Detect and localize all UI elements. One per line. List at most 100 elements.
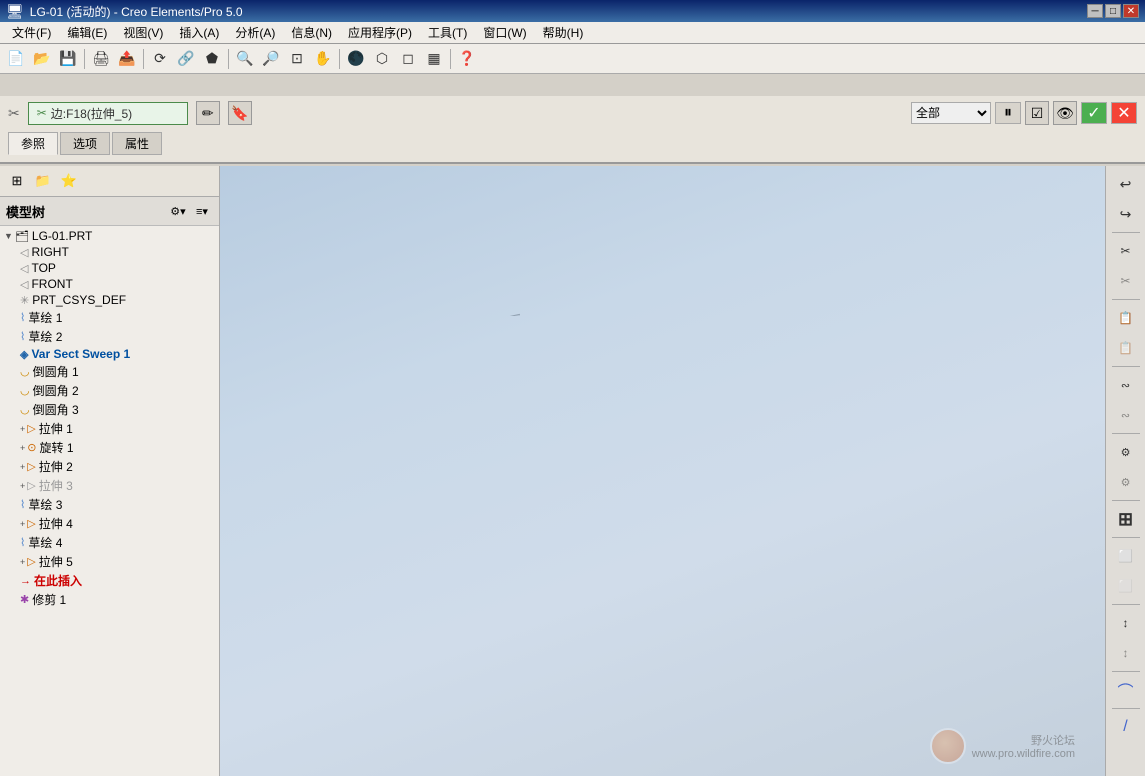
menu-window[interactable]: 窗口(W) (475, 22, 534, 43)
paste2-button[interactable]: 📋 (1110, 334, 1142, 362)
sidebar-icon3[interactable]: ⭐ (58, 170, 80, 192)
field-pencil-button[interactable]: ✏ (196, 101, 220, 125)
redo-button[interactable]: ↪ (1110, 200, 1142, 228)
expand-icon[interactable]: + (20, 462, 25, 472)
feature-ops2-btn[interactable]: ⚙ (1110, 468, 1142, 496)
layers-button[interactable]: ▦ (422, 47, 446, 71)
tree-item-right[interactable]: ◁ RIGHT (0, 244, 219, 260)
tree-item-insert-here[interactable]: → 在此插入 (0, 571, 219, 590)
ok-button[interactable]: ✓ (1081, 102, 1107, 124)
zoom-in-button[interactable]: 🔍 (233, 47, 257, 71)
menu-info[interactable]: 信息(N) (283, 22, 340, 43)
regenerate-button[interactable]: ⟳ (148, 47, 172, 71)
menu-edit[interactable]: 编辑(E) (59, 22, 115, 43)
copy-button[interactable]: ✂ (1110, 267, 1142, 295)
shading-button[interactable]: 🌑 (344, 47, 368, 71)
field-bookmark-button[interactable]: 🔖 (228, 101, 252, 125)
open-button[interactable]: 📂 (30, 47, 54, 71)
tree-item-fillet1[interactable]: ◡ 倒圆角 1 (0, 362, 219, 381)
feature-field[interactable]: ✂ 边:F18(拉伸_5) (28, 102, 188, 125)
save-button[interactable]: 💾 (56, 47, 80, 71)
expand-icon[interactable]: + (20, 481, 25, 491)
expand-icon[interactable]: + (20, 443, 25, 453)
menu-app[interactable]: 应用程序(P) (340, 22, 420, 43)
zoom-fit-button[interactable]: ⊡ (285, 47, 309, 71)
deselect-btn[interactable]: ⬜ (1110, 572, 1142, 600)
sidebar-icon2[interactable]: 📁 (32, 170, 54, 192)
line-btn[interactable]: / (1110, 713, 1142, 741)
paste-button[interactable]: 📋 (1110, 304, 1142, 332)
relations-button[interactable]: 🔗 (174, 47, 198, 71)
tree-item-sketch2[interactable]: ⌇ 草绘 2 (0, 327, 219, 346)
tree-item-revolve1[interactable]: + ⊙ 旋转 1 (0, 438, 219, 457)
tree-item-csys[interactable]: ✳ PRT_CSYS_DEF (0, 292, 219, 308)
tree-item-extrude1[interactable]: + ▷ 拉伸 1 (0, 419, 219, 438)
tree-item-extrude5[interactable]: + ▷ 拉伸 5 (0, 552, 219, 571)
tree-item-sketch3[interactable]: ⌇ 草绘 3 (0, 495, 219, 514)
menu-help[interactable]: 帮助(H) (535, 22, 592, 43)
cancel-button[interactable]: ✕ (1111, 102, 1137, 124)
tree-item-front[interactable]: ◁ FRONT (0, 276, 219, 292)
expand-icon[interactable]: + (20, 519, 25, 529)
select-all-btn[interactable]: ⬜ (1110, 542, 1142, 570)
restore-button[interactable]: □ (1105, 4, 1121, 18)
tree-item-sketch1[interactable]: ⌇ 草绘 1 (0, 308, 219, 327)
pan-button[interactable]: ✋ (311, 47, 335, 71)
tree-columns-button[interactable]: ≡▾ (191, 200, 213, 222)
pause-button[interactable]: ⏸ (995, 102, 1021, 124)
feature-ops-btn[interactable]: ⚙ (1110, 438, 1142, 466)
tab-options[interactable]: 选项 (60, 132, 110, 155)
expand-icon[interactable]: ▼ (4, 231, 13, 241)
mirror-btn[interactable]: ⊞ (1110, 505, 1142, 533)
tree-item-sketch4[interactable]: ⌇ 草绘 4 (0, 533, 219, 552)
export-button[interactable]: 📤 (115, 47, 139, 71)
move-btn[interactable]: ↕ (1110, 609, 1142, 637)
zoom-out-button[interactable]: 🔎 (259, 47, 283, 71)
print-button[interactable]: 🖨 (89, 47, 113, 71)
expand-icon[interactable]: + (20, 557, 25, 567)
new-button[interactable]: 📄 (4, 47, 28, 71)
minimize-button[interactable]: ─ (1087, 4, 1103, 18)
tree-settings-button[interactable]: ⚙▾ (167, 200, 189, 222)
model-tree: ▼ 🗂 LG-01.PRT ◁ RIGHT ◁ TOP ◁ FRONT ✳ PR… (0, 226, 219, 776)
relations-btn[interactable]: ∾ (1110, 371, 1142, 399)
help-button[interactable]: ❓ (455, 47, 479, 71)
display3d-button[interactable]: ⬟ (200, 47, 224, 71)
tree-item-repair1[interactable]: ✱ 修剪 1 (0, 590, 219, 609)
tree-item-extrude3[interactable]: + ▷ 拉伸 3 (0, 476, 219, 495)
viewport[interactable]: 0.00 0.00₊ (220, 166, 1105, 776)
params-btn[interactable]: ∾ (1110, 401, 1142, 429)
separator (1112, 433, 1140, 434)
expand-icon[interactable]: + (20, 424, 25, 434)
menu-insert[interactable]: 插入(A) (171, 22, 227, 43)
watermark-line2: www.pro.wildfire.com (972, 748, 1075, 760)
menu-tools[interactable]: 工具(T) (420, 22, 475, 43)
tree-item-top[interactable]: ◁ TOP (0, 260, 219, 276)
wireframe-button[interactable]: ⬡ (370, 47, 394, 71)
tree-item-extrude4[interactable]: + ▷ 拉伸 4 (0, 514, 219, 533)
eye-button[interactable]: 👁 (1053, 101, 1077, 125)
hidden-button[interactable]: ◻ (396, 47, 420, 71)
tree-item-fillet2[interactable]: ◡ 倒圆角 2 (0, 381, 219, 400)
menu-file[interactable]: 文件(F) (4, 22, 59, 43)
feature-panel: ✂ ✂ 边:F18(拉伸_5) ✏ 🔖 全部 ⏸ ☑ 👁 ✓ ✕ 参照 选项 属… (0, 96, 1145, 164)
tab-properties[interactable]: 属性 (112, 132, 162, 155)
sidebar-icon1[interactable]: ⊞ (6, 170, 28, 192)
tree-item-extrude2[interactable]: + ▷ 拉伸 2 (0, 457, 219, 476)
fullpart-select[interactable]: 全部 (911, 102, 991, 124)
tree-item-fillet3[interactable]: ◡ 倒圆角 3 (0, 400, 219, 419)
tree-item-varsweep[interactable]: ◈ Var Sect Sweep 1 (0, 346, 219, 362)
tree-item-root[interactable]: ▼ 🗂 LG-01.PRT (0, 228, 219, 244)
sketch-curve-btn[interactable]: ⌒ (1110, 676, 1142, 704)
close-button[interactable]: ✕ (1123, 4, 1139, 18)
rotate-btn[interactable]: ↕ (1110, 639, 1142, 667)
checkbox-button[interactable]: ☑ (1025, 101, 1049, 125)
toolbar-1: 📄 📂 💾 🖨 📤 ⟳ 🔗 ⬟ 🔍 🔎 ⊡ ✋ 🌑 ⬡ ◻ ▦ ❓ (0, 44, 1145, 74)
sketch-icon2: ⌇ (20, 330, 25, 343)
cut-button[interactable]: ✂ (1110, 237, 1142, 265)
title-bar: 🖥 LG-01 (活动的) - Creo Elements/Pro 5.0 ─ … (0, 0, 1145, 22)
menu-analysis[interactable]: 分析(A) (227, 22, 283, 43)
tab-reference[interactable]: 参照 (8, 132, 58, 155)
menu-view[interactable]: 视图(V) (115, 22, 171, 43)
undo-button[interactable]: ↩ (1110, 170, 1142, 198)
